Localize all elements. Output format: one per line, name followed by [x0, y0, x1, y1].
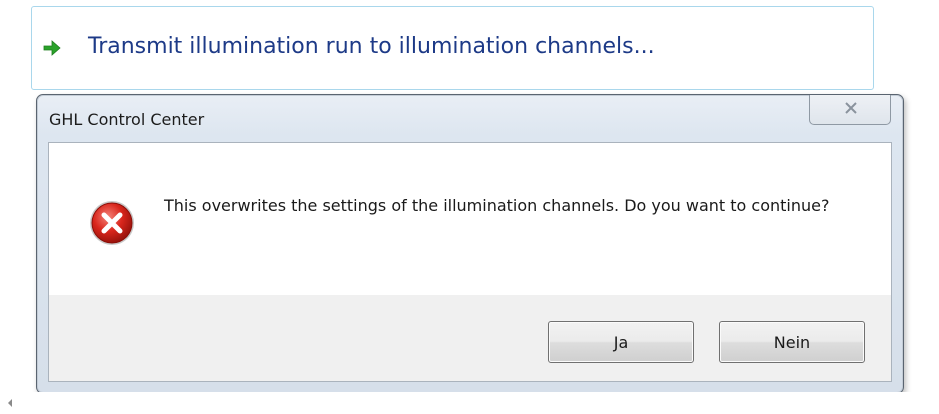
green-arrow-icon [43, 40, 61, 56]
horizontal-scrollbar[interactable] [0, 392, 939, 414]
error-icon [90, 201, 134, 245]
scroll-left-icon[interactable] [6, 398, 14, 408]
close-button[interactable] [809, 95, 891, 125]
no-button[interactable]: Nein [719, 321, 865, 363]
transmit-command-link[interactable]: Transmit illumination run to illuminatio… [31, 6, 874, 90]
command-link-label: Transmit illumination run to illuminatio… [88, 34, 655, 59]
yes-button[interactable]: Ja [548, 321, 694, 363]
page: Transmit illumination run to illuminatio… [0, 0, 939, 414]
close-icon [845, 102, 857, 114]
dialog-message: This overwrites the settings of the illu… [164, 196, 830, 215]
dialog-title: GHL Control Center [49, 110, 205, 129]
dialog-content: This overwrites the settings of the illu… [48, 142, 892, 382]
message-dialog: GHL Control Center This overwrites the s… [36, 94, 904, 394]
message-panel: This overwrites the settings of the illu… [49, 143, 891, 295]
